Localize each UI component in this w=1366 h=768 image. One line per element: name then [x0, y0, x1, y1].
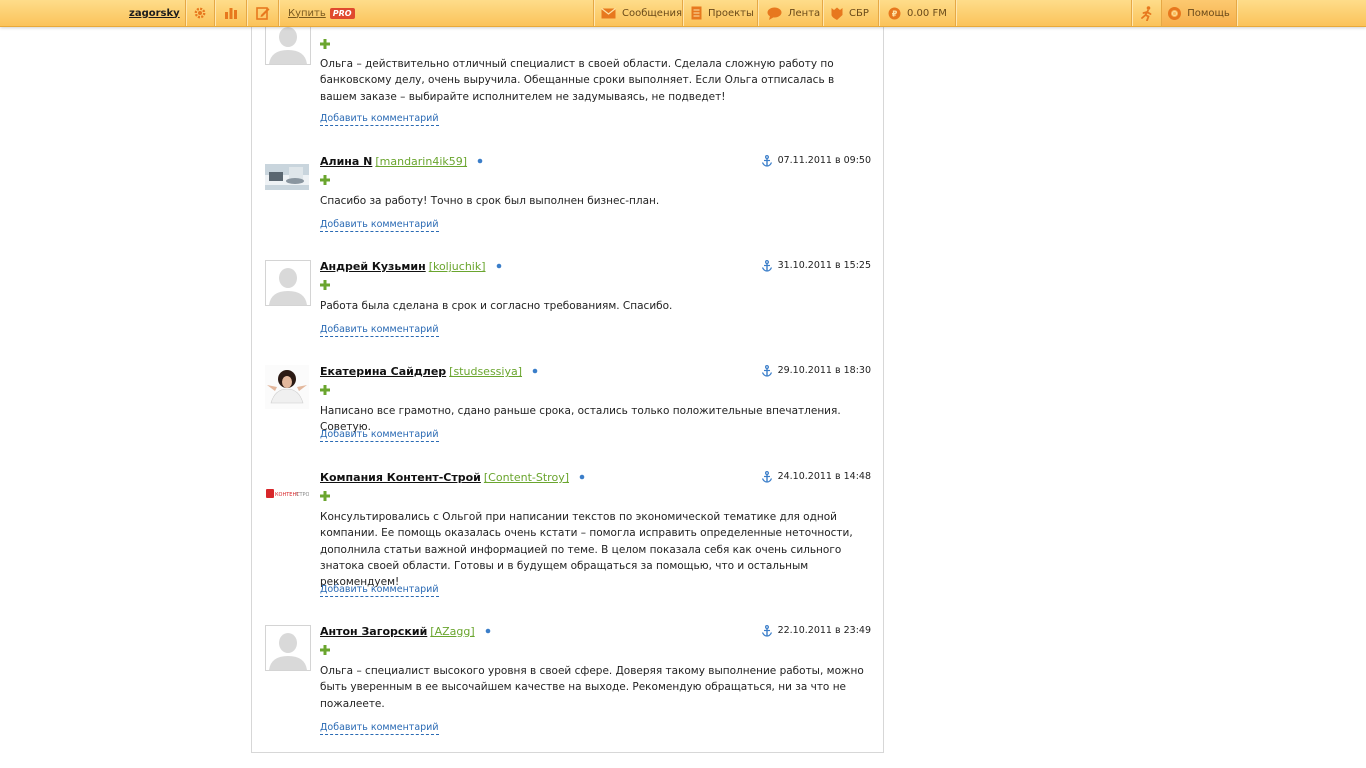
- coin-icon: ₽: [888, 7, 901, 19]
- nav-balance[interactable]: ₽ 0.00 FM: [888, 0, 947, 26]
- top-bar: zagorsky Купить PRO Сообщения Проекты Ле…: [0, 0, 1366, 27]
- nav-sbr-label: СБР: [849, 7, 869, 19]
- divider: [185, 0, 186, 26]
- divider: [757, 0, 758, 26]
- reviewer-login-link[interactable]: [koljuchik]: [429, 260, 486, 273]
- help-label: Помощь: [1187, 7, 1230, 19]
- svg-text:₽: ₽: [892, 9, 898, 18]
- reviewer-login-link[interactable]: [Content-Stroy]: [484, 471, 569, 484]
- pro-badge: PRO: [329, 7, 355, 19]
- avatar[interactable]: КОНТЕНТСТРОЙ: [265, 471, 309, 515]
- avatar[interactable]: [265, 155, 309, 199]
- divider: [214, 0, 215, 26]
- review-date: 22.10.2011 в 23:49: [777, 625, 871, 636]
- add-comment-link[interactable]: Добавить комментарий: [320, 113, 439, 126]
- anchor-icon[interactable]: [761, 625, 773, 637]
- plus-rating-icon: [320, 39, 330, 49]
- avatar[interactable]: [265, 365, 309, 409]
- avatar[interactable]: [265, 260, 311, 306]
- anchor-icon[interactable]: [761, 471, 773, 483]
- plus-rating-icon: [320, 175, 330, 185]
- nav-messages-label: Сообщения: [622, 7, 683, 19]
- nav-balance-label: 0.00 FM: [907, 7, 947, 19]
- speech-bubble-icon: [767, 7, 782, 20]
- divider: [593, 0, 594, 26]
- online-status-icon: [496, 263, 501, 269]
- username-link[interactable]: zagorsky: [129, 0, 180, 26]
- review-text: Ольга – действительно отличный специалис…: [320, 58, 835, 103]
- reviewer-name-link[interactable]: Компания Контент-Строй: [320, 471, 481, 484]
- add-comment-link[interactable]: Добавить комментарий: [320, 324, 439, 337]
- review-text: Ольга – специалист высокого уровня в сво…: [320, 665, 864, 710]
- plus-rating-icon: [320, 491, 330, 501]
- buy-label: Купить: [288, 7, 326, 19]
- add-comment-link[interactable]: Добавить комментарий: [320, 584, 439, 597]
- add-comment-link[interactable]: Добавить комментарий: [320, 219, 439, 232]
- divider: [682, 0, 683, 26]
- review-date: 07.11.2011 в 09:50: [777, 155, 871, 166]
- divider: [278, 0, 279, 26]
- online-status-icon: [532, 368, 538, 374]
- anchor-icon[interactable]: [761, 260, 773, 272]
- online-status-icon: [477, 158, 483, 164]
- nav-sbr[interactable]: СБР: [831, 0, 869, 26]
- lifebuoy-icon: [1168, 6, 1182, 20]
- nav-messages[interactable]: Сообщения: [601, 0, 682, 26]
- help-button[interactable]: Помощь: [1162, 0, 1236, 26]
- reviewer-name-link[interactable]: Андрей Кузьмин: [320, 260, 426, 273]
- nav-feed[interactable]: Лента: [767, 0, 820, 26]
- avatar[interactable]: [265, 625, 311, 671]
- divider: [955, 0, 956, 26]
- review-date: 31.10.2011 в 15:25: [777, 260, 871, 271]
- plus-rating-icon: [320, 645, 330, 655]
- nav-feed-label: Лента: [788, 7, 821, 19]
- edit-icon[interactable]: [250, 0, 276, 26]
- anchor-icon[interactable]: [761, 365, 773, 377]
- svg-text:СТРОЙ: СТРОЙ: [296, 491, 309, 498]
- reviewer-name-link[interactable]: Екатерина Сайдлер: [320, 365, 446, 378]
- add-comment-link[interactable]: Добавить комментарий: [320, 429, 439, 442]
- add-comment-link[interactable]: Добавить комментарий: [320, 722, 439, 735]
- nav-projects[interactable]: Проекты: [691, 0, 754, 26]
- reviewer-login-link[interactable]: [AZagg]: [430, 625, 474, 638]
- review-text: Спасибо за работу! Точно в срок был выпо…: [320, 195, 660, 207]
- envelope-icon: [601, 7, 616, 18]
- online-status-icon: [485, 628, 490, 634]
- review-date: 24.10.2011 в 14:48: [777, 471, 871, 482]
- settings-icon[interactable]: [187, 0, 213, 26]
- review-date: 29.10.2011 в 18:30: [777, 365, 871, 376]
- stats-icon[interactable]: [218, 0, 244, 26]
- divider: [1131, 0, 1132, 26]
- anchor-icon[interactable]: [761, 155, 773, 167]
- reviewer-login-link[interactable]: [mandarin4ik59]: [375, 155, 467, 168]
- reviewer-login-link[interactable]: [studsessiya]: [449, 365, 522, 378]
- divider: [822, 0, 823, 26]
- divider: [246, 0, 247, 26]
- plus-rating-icon: [320, 385, 330, 395]
- shield-icon: [831, 7, 843, 20]
- online-status-icon: [579, 474, 585, 480]
- divider: [1236, 0, 1237, 26]
- divider: [878, 0, 879, 26]
- review-text: Работа была сделана в срок и согласно тр…: [320, 300, 673, 312]
- projects-icon: [691, 6, 702, 20]
- logout-icon[interactable]: [1134, 0, 1160, 26]
- plus-rating-icon: [320, 280, 330, 290]
- nav-projects-label: Проекты: [708, 7, 754, 19]
- buy-pro-link[interactable]: Купить PRO: [288, 0, 355, 26]
- reviewer-name-link[interactable]: Алина N: [320, 155, 372, 168]
- review-text: Консультировались с Ольгой при написании…: [320, 511, 853, 589]
- reviews-panel: Ольга – действительно отличный специалис…: [251, 0, 884, 753]
- reviewer-name-link[interactable]: Антон Загорский: [320, 625, 427, 638]
